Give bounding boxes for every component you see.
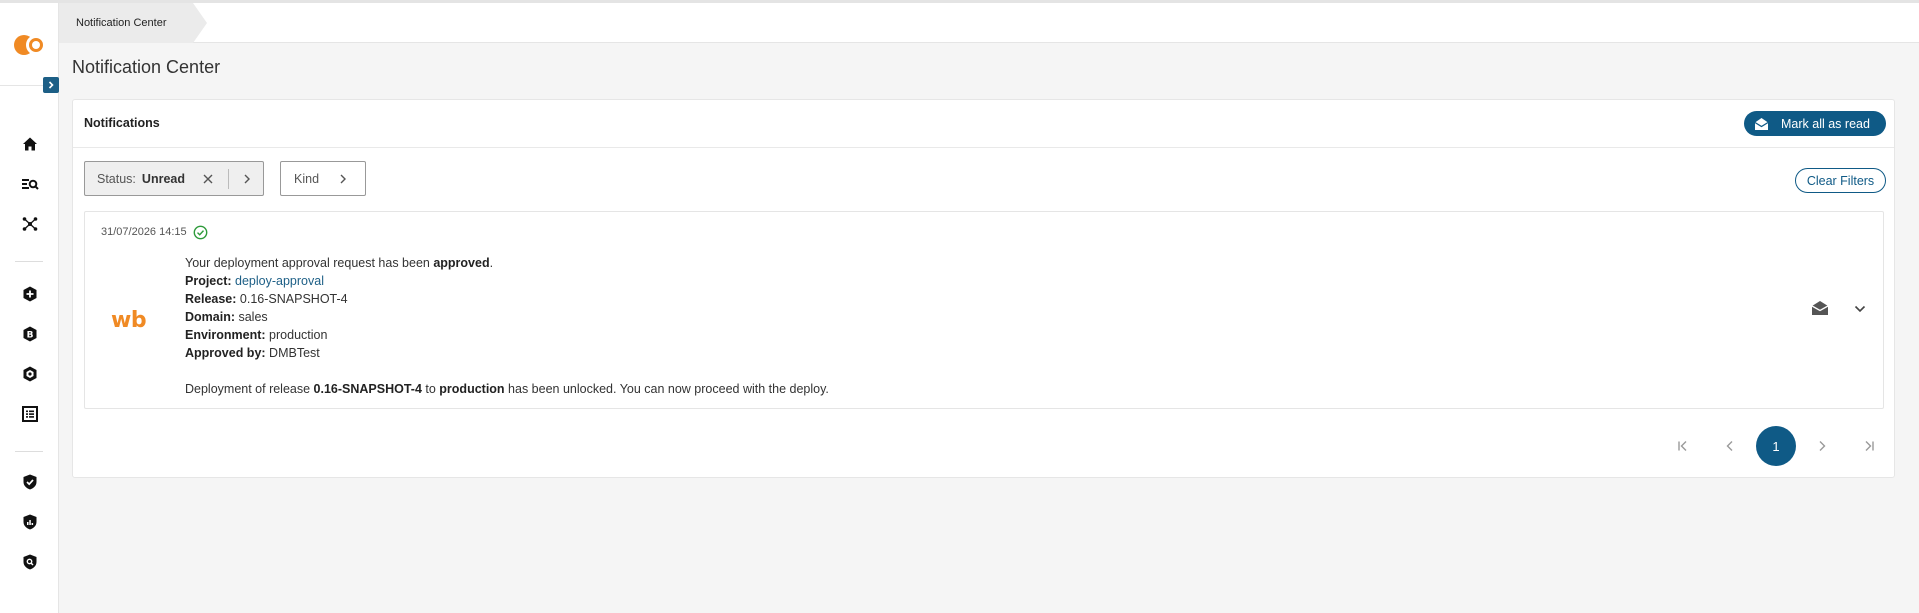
notification-body: Your deployment approval request has bee… — [185, 254, 829, 398]
page-button-1[interactable]: 1 — [1756, 426, 1796, 466]
sender-logo: wb — [111, 308, 147, 333]
sidebar-item-marketplace[interactable] — [20, 364, 40, 384]
kind-filter-label: Kind — [294, 171, 320, 186]
pagination: 1 — [1658, 426, 1888, 466]
next-page-button[interactable] — [1802, 426, 1842, 466]
sidebar-item-policy-search[interactable] — [20, 552, 40, 572]
sidebar: B — [0, 3, 59, 613]
prev-page-button[interactable] — [1710, 426, 1750, 466]
page-title: Notification Center — [72, 57, 221, 77]
table-list-icon — [22, 406, 38, 422]
list-search-icon — [21, 179, 39, 190]
chevron-right-icon[interactable] — [241, 173, 253, 185]
environment-row: Environment: production — [185, 328, 328, 342]
notification-footer: Deployment of release 0.16-SNAPSHOT-4 to… — [185, 382, 829, 396]
sidebar-expand-button[interactable] — [43, 77, 59, 93]
network-icon — [22, 217, 38, 231]
status-filter-value: Unread — [141, 171, 185, 186]
notification-item: 31/07/2026 14:15 wb Your deployment appr… — [84, 211, 1884, 409]
home-icon — [23, 137, 37, 151]
sidebar-item-policy-reports[interactable] — [20, 512, 40, 532]
b-hexagon-icon: B — [23, 326, 37, 342]
mark-all-read-label: Mark all as read — [1781, 116, 1870, 131]
chevron-right-icon — [1819, 441, 1826, 451]
app-logo[interactable] — [14, 34, 48, 56]
domain-row: Domain: sales — [185, 310, 268, 324]
chevron-down-icon[interactable] — [1853, 302, 1867, 316]
close-icon[interactable] — [201, 172, 215, 186]
shield-chart-icon — [23, 514, 37, 530]
envelope-open-icon[interactable] — [1811, 300, 1829, 316]
add-hexagon-icon — [23, 286, 37, 302]
hexagon-outline-icon — [23, 366, 37, 382]
first-page-icon — [1678, 441, 1687, 451]
last-page-button[interactable] — [1848, 426, 1888, 466]
last-page-icon — [1865, 441, 1874, 451]
project-row: Project: deploy-approval — [185, 274, 324, 288]
sidebar-item-graph[interactable] — [20, 214, 40, 234]
sidebar-item-create[interactable] — [20, 284, 40, 304]
mark-all-read-button[interactable]: Mark all as read — [1744, 111, 1886, 136]
chevron-left-icon — [1726, 441, 1733, 451]
chevron-right-icon — [48, 81, 54, 89]
sidebar-item-policies[interactable] — [20, 472, 40, 492]
sidebar-item-home[interactable] — [20, 134, 40, 154]
card-title: Notifications — [84, 116, 160, 130]
breadcrumb-item-notification-center[interactable]: Notification Center — [59, 3, 207, 43]
clear-filters-button[interactable]: Clear Filters — [1795, 168, 1886, 193]
project-link[interactable]: deploy-approval — [235, 274, 324, 288]
notification-timestamp: 31/07/2026 14:15 — [101, 226, 187, 238]
breadcrumb: Notification Center — [59, 3, 1919, 43]
chevron-right-icon — [340, 174, 347, 183]
svg-text:B: B — [27, 331, 34, 341]
first-page-button[interactable] — [1664, 426, 1704, 466]
notification-intro: Your deployment approval request has bee… — [185, 256, 494, 270]
shield-search-icon — [23, 554, 37, 570]
status-filter-label: Status: — [97, 171, 136, 186]
approved-by-row: Approved by: DMBTest — [185, 346, 320, 360]
sidebar-item-builder[interactable]: B — [20, 324, 40, 344]
shield-check-icon — [23, 474, 37, 490]
release-row: Release: 0.16-SNAPSHOT-4 — [185, 292, 348, 306]
notifications-card: Notifications Mark all as read Status: U… — [72, 99, 1895, 478]
envelope-open-icon — [1754, 117, 1769, 130]
sidebar-item-registry[interactable] — [20, 404, 40, 424]
sidebar-item-search[interactable] — [20, 174, 40, 194]
card-header: Notifications Mark all as read — [73, 100, 1894, 148]
status-filter[interactable]: Status: Unread — [84, 161, 264, 196]
check-circle-icon — [193, 225, 208, 240]
kind-filter[interactable]: Kind — [280, 161, 366, 196]
